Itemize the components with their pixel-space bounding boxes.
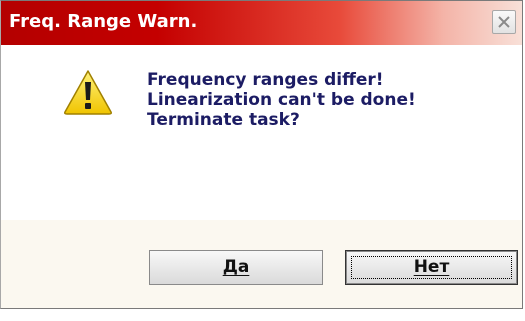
close-icon [498, 16, 510, 28]
message-line: Terminate task? [147, 110, 300, 130]
message-line: Frequency ranges differ! [147, 70, 384, 90]
warning-dialog: Freq. Range Warn. Frequency ranges diffe… [0, 0, 523, 309]
warning-triangle-icon [64, 70, 112, 115]
yes-button[interactable]: Да [149, 250, 323, 285]
message-text: Frequency ranges differ! Linearization c… [147, 70, 416, 130]
no-button[interactable]: Нет [345, 250, 518, 285]
yes-button-label: Да [222, 257, 250, 277]
focus-ring [351, 256, 512, 279]
message-line: Linearization can't be done! [147, 90, 416, 110]
close-button[interactable] [492, 10, 516, 34]
window-title: Freq. Range Warn. [9, 11, 198, 32]
title-bar[interactable]: Freq. Range Warn. [1, 1, 522, 45]
